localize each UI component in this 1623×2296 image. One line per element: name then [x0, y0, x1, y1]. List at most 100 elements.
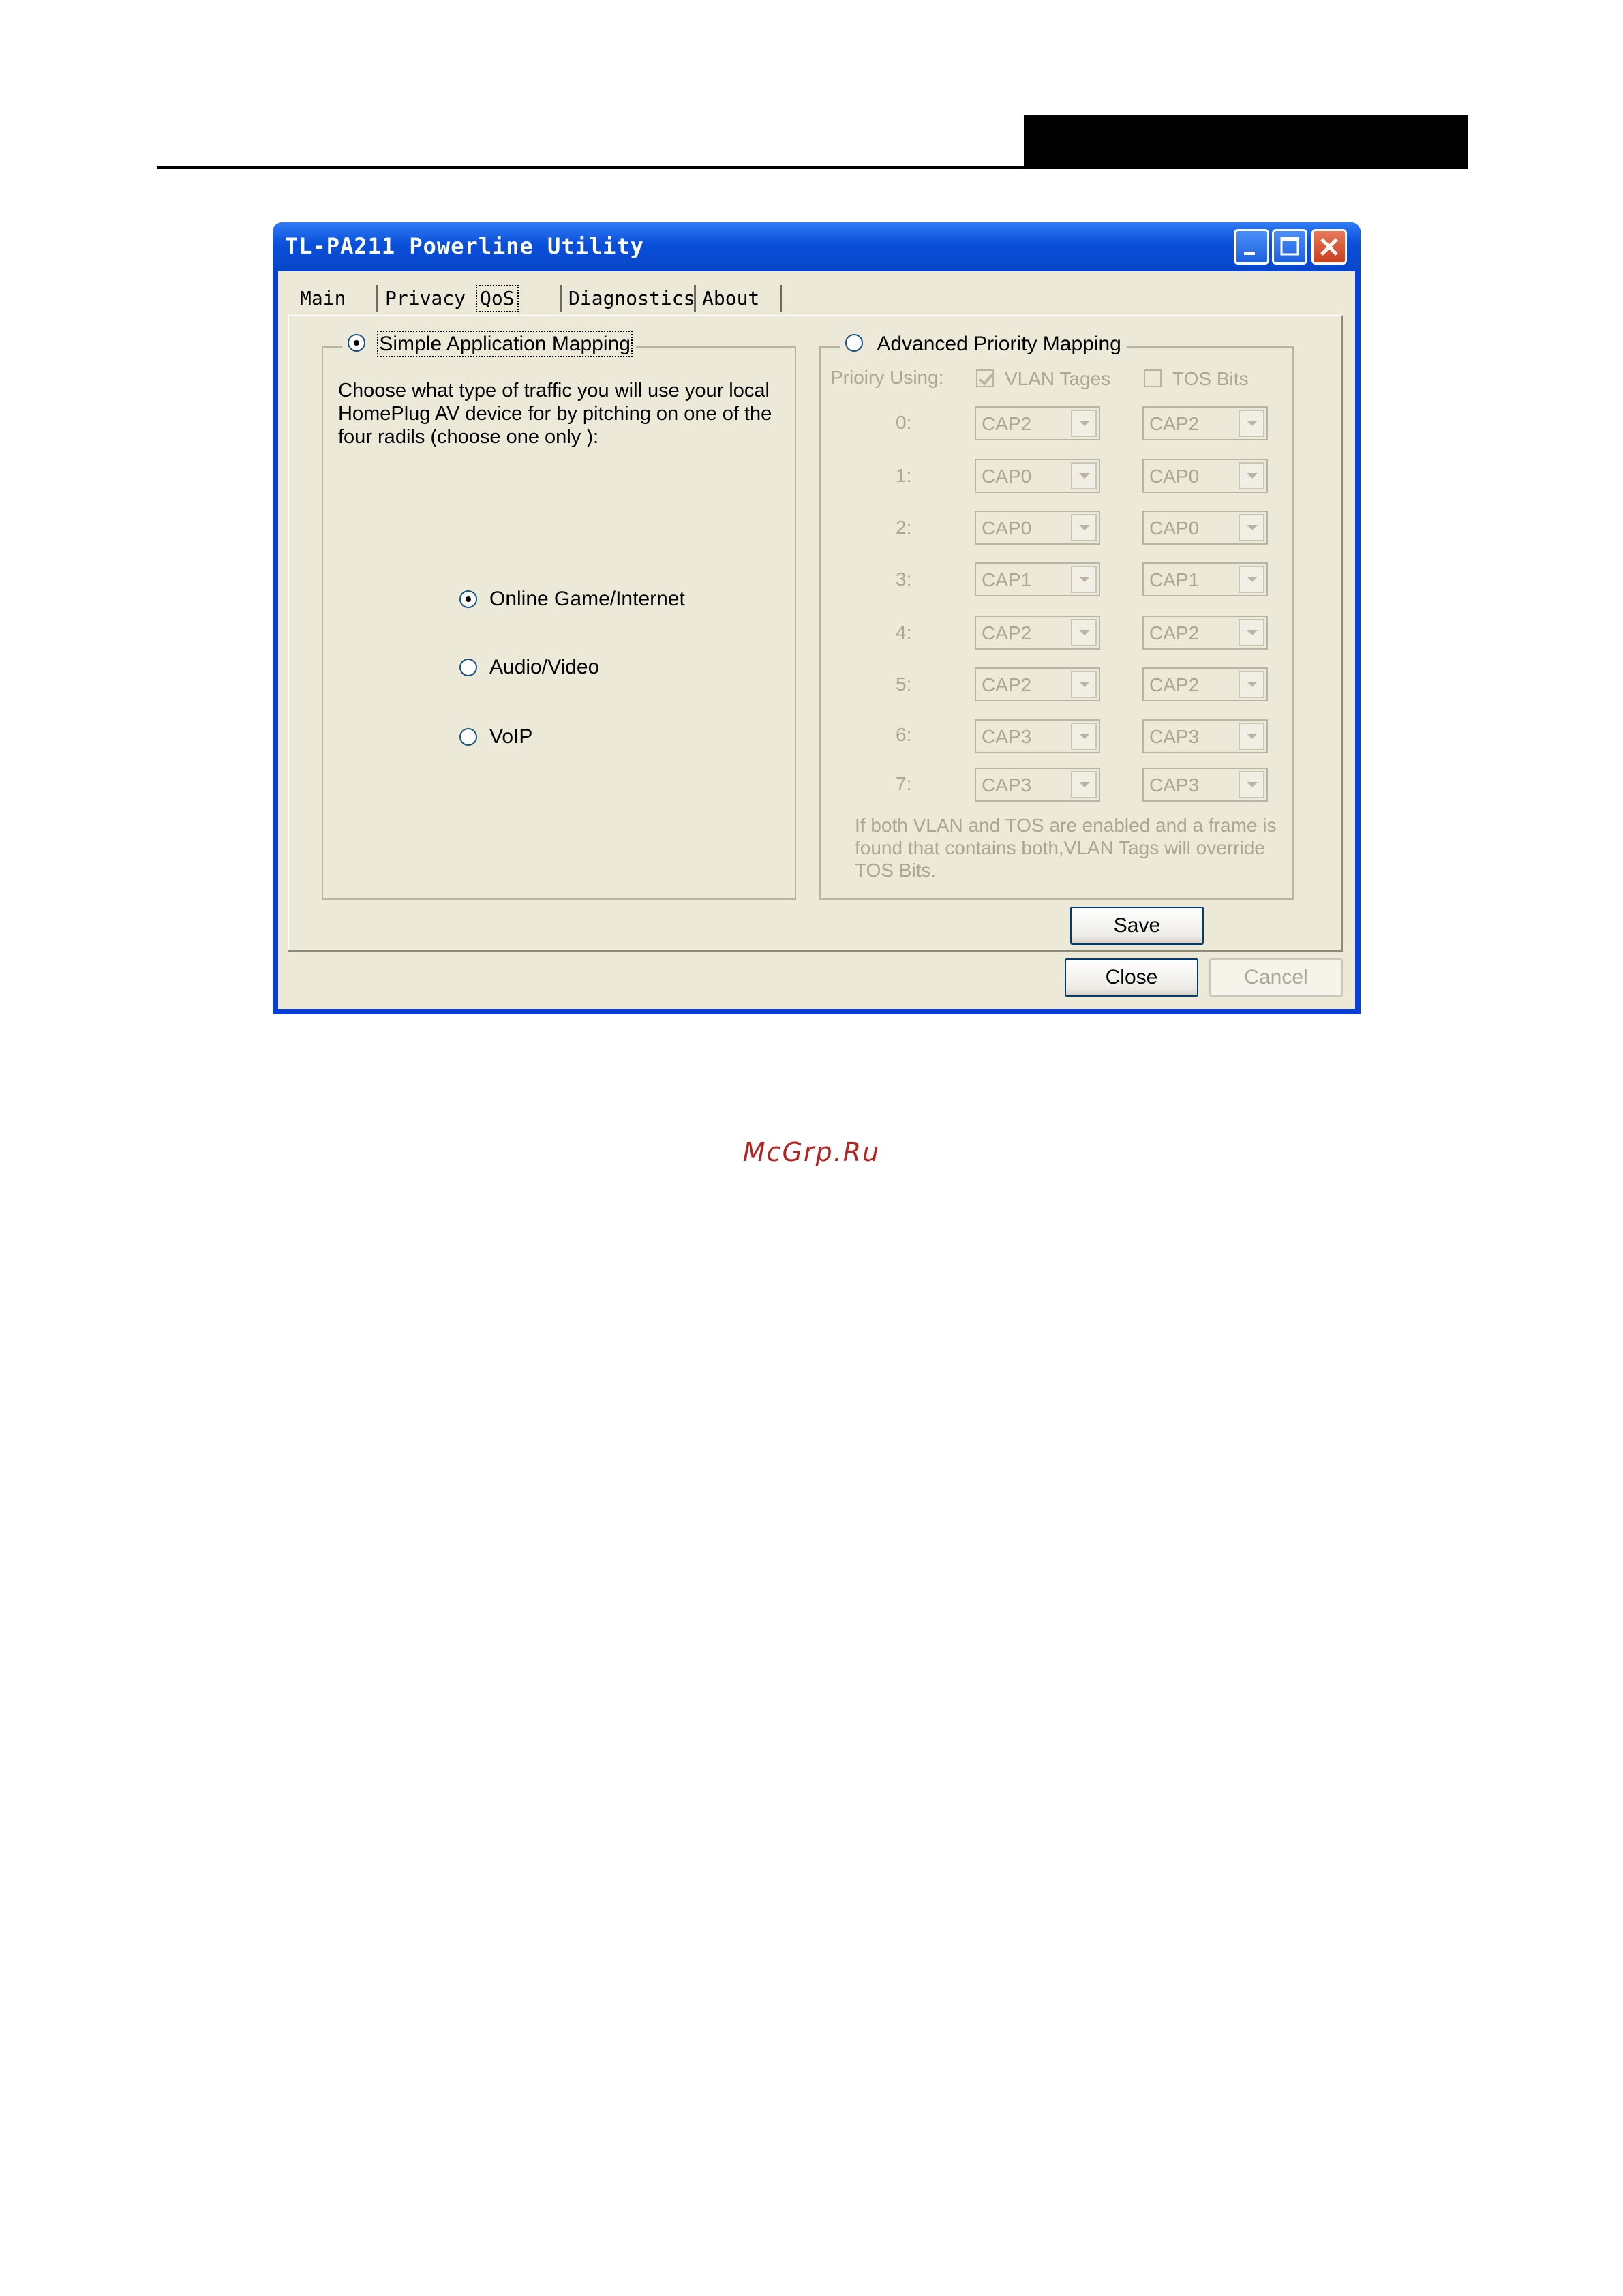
close-window-button[interactable]	[1311, 229, 1347, 265]
priority-row-index: 4:	[896, 622, 912, 643]
vlan-priority-value: CAP2	[982, 622, 1032, 644]
vlan-priority-select[interactable]: CAP0	[975, 459, 1100, 493]
priority-override-note: If both VLAN and TOS are enabled and a f…	[855, 815, 1277, 881]
tab-qos[interactable]: QoS	[476, 285, 519, 312]
vlan-priority-value: CAP3	[982, 774, 1032, 796]
maximize-icon	[1280, 237, 1299, 256]
vlan-priority-select[interactable]: CAP2	[975, 667, 1100, 701]
chevron-down-icon[interactable]	[1071, 514, 1097, 541]
advanced-mapping-legend: Advanced Priority Mapping	[840, 333, 1127, 356]
tos-priority-value: CAP2	[1149, 413, 1200, 434]
qos-tab-panel: Simple Application Mapping Choose what t…	[288, 315, 1343, 952]
tab-separator	[560, 285, 562, 312]
priority-row-index: 2:	[896, 517, 912, 538]
priority-row-index: 6:	[896, 724, 912, 745]
simple-mapping-group: Simple Application Mapping Choose what t…	[322, 331, 796, 900]
chevron-down-icon[interactable]	[1071, 410, 1097, 437]
minimize-button[interactable]	[1234, 229, 1269, 265]
simple-mapping-radio[interactable]	[348, 334, 365, 352]
vlan-priority-select[interactable]: CAP1	[975, 562, 1100, 596]
tab-separator	[694, 285, 696, 312]
tos-priority-select[interactable]: CAP1	[1142, 562, 1268, 596]
simple-mapping-legend: Simple Application Mapping	[342, 331, 636, 357]
vlan-tags-checkbox[interactable]	[976, 369, 994, 387]
option-audio-video-radio[interactable]	[459, 659, 477, 676]
priority-row-index: 1:	[896, 465, 912, 486]
tos-priority-value: CAP3	[1149, 774, 1200, 796]
page-header-rule	[157, 166, 1468, 169]
chevron-down-icon[interactable]	[1071, 723, 1097, 750]
vlan-priority-value: CAP0	[982, 466, 1032, 487]
close-button[interactable]: Close	[1065, 958, 1198, 997]
chevron-down-icon[interactable]	[1071, 771, 1097, 798]
tos-priority-value: CAP2	[1149, 674, 1200, 695]
advanced-mapping-radio[interactable]	[845, 334, 863, 352]
priority-row-index: 0:	[896, 412, 912, 433]
minimize-icon	[1244, 252, 1255, 255]
tos-priority-select[interactable]: CAP2	[1142, 667, 1268, 701]
tos-priority-select[interactable]: CAP2	[1142, 406, 1268, 440]
option-online-game-label[interactable]: Online Game/Internet	[489, 588, 685, 611]
maximize-button[interactable]	[1272, 229, 1307, 265]
tab-diagnostics[interactable]: Diagnostics	[568, 284, 695, 314]
vlan-priority-select[interactable]: CAP3	[975, 768, 1100, 802]
tos-priority-select[interactable]: CAP3	[1142, 719, 1268, 753]
vlan-tags-label[interactable]: VLAN Tages	[1005, 368, 1110, 390]
vlan-priority-value: CAP3	[982, 726, 1032, 747]
simple-mapping-description: Choose what type of traffic you will use…	[338, 380, 772, 448]
tos-priority-select[interactable]: CAP2	[1142, 616, 1268, 650]
tos-priority-select[interactable]: CAP3	[1142, 768, 1268, 802]
chevron-down-icon[interactable]	[1239, 514, 1264, 541]
chevron-down-icon[interactable]	[1071, 671, 1097, 698]
window-client: Main Privacy QoS Diagnostics About Simpl…	[278, 271, 1355, 1009]
option-voip-radio[interactable]	[459, 728, 477, 746]
vlan-priority-select[interactable]: CAP0	[975, 511, 1100, 545]
chevron-down-icon[interactable]	[1239, 671, 1264, 698]
chevron-down-icon[interactable]	[1071, 566, 1097, 593]
vlan-priority-value: CAP0	[982, 517, 1032, 539]
tab-separator	[780, 285, 782, 312]
chevron-down-icon[interactable]	[1239, 410, 1264, 437]
chevron-down-icon[interactable]	[1239, 462, 1264, 489]
page-header-bar	[1024, 115, 1468, 167]
chevron-down-icon[interactable]	[1071, 462, 1097, 489]
tos-priority-value: CAP0	[1149, 517, 1200, 539]
chevron-down-icon[interactable]	[1239, 771, 1264, 798]
priority-row-index: 5:	[896, 674, 912, 695]
chevron-down-icon[interactable]	[1239, 619, 1264, 646]
chevron-down-icon[interactable]	[1239, 723, 1264, 750]
window-title: TL-PA211 Powerline Utility	[285, 233, 644, 259]
chevron-down-icon[interactable]	[1239, 566, 1264, 593]
priority-using-label: Prioiry Using:	[830, 367, 944, 388]
tab-privacy[interactable]: Privacy	[385, 284, 466, 314]
option-online-game-radio[interactable]	[459, 590, 477, 608]
vlan-priority-value: CAP2	[982, 674, 1032, 695]
tos-priority-select[interactable]: CAP0	[1142, 459, 1268, 493]
option-audio-video-label[interactable]: Audio/Video	[489, 656, 599, 679]
utility-window: TL-PA211 Powerline Utility Main Privacy …	[273, 222, 1361, 1014]
vlan-priority-select[interactable]: CAP2	[975, 406, 1100, 440]
tos-priority-value: CAP3	[1149, 726, 1200, 747]
option-voip-label[interactable]: VoIP	[489, 725, 532, 749]
tab-about[interactable]: About	[702, 284, 759, 314]
tos-priority-value: CAP2	[1149, 622, 1200, 644]
advanced-mapping-group: Advanced Priority Mapping Prioiry Using:…	[819, 333, 1294, 900]
chevron-down-icon[interactable]	[1071, 619, 1097, 646]
tos-bits-label[interactable]: TOS Bits	[1172, 368, 1249, 390]
cancel-button[interactable]: Cancel	[1209, 958, 1343, 997]
vlan-priority-select[interactable]: CAP3	[975, 719, 1100, 753]
title-bar[interactable]: TL-PA211 Powerline Utility	[273, 222, 1361, 271]
vlan-priority-select[interactable]: CAP2	[975, 616, 1100, 650]
tos-bits-checkbox[interactable]	[1144, 369, 1162, 387]
priority-row-index: 3:	[896, 569, 912, 590]
watermark: McGrp.Ru	[742, 1137, 881, 1167]
simple-mapping-label[interactable]: Simple Application Mapping	[377, 331, 633, 357]
advanced-mapping-label[interactable]: Advanced Priority Mapping	[877, 333, 1121, 355]
vlan-priority-value: CAP1	[982, 569, 1032, 590]
tab-main[interactable]: Main	[300, 284, 346, 314]
save-button[interactable]: Save	[1070, 907, 1204, 945]
tos-priority-value: CAP1	[1149, 569, 1200, 590]
tos-priority-value: CAP0	[1149, 466, 1200, 487]
vlan-priority-value: CAP2	[982, 413, 1032, 434]
tos-priority-select[interactable]: CAP0	[1142, 511, 1268, 545]
